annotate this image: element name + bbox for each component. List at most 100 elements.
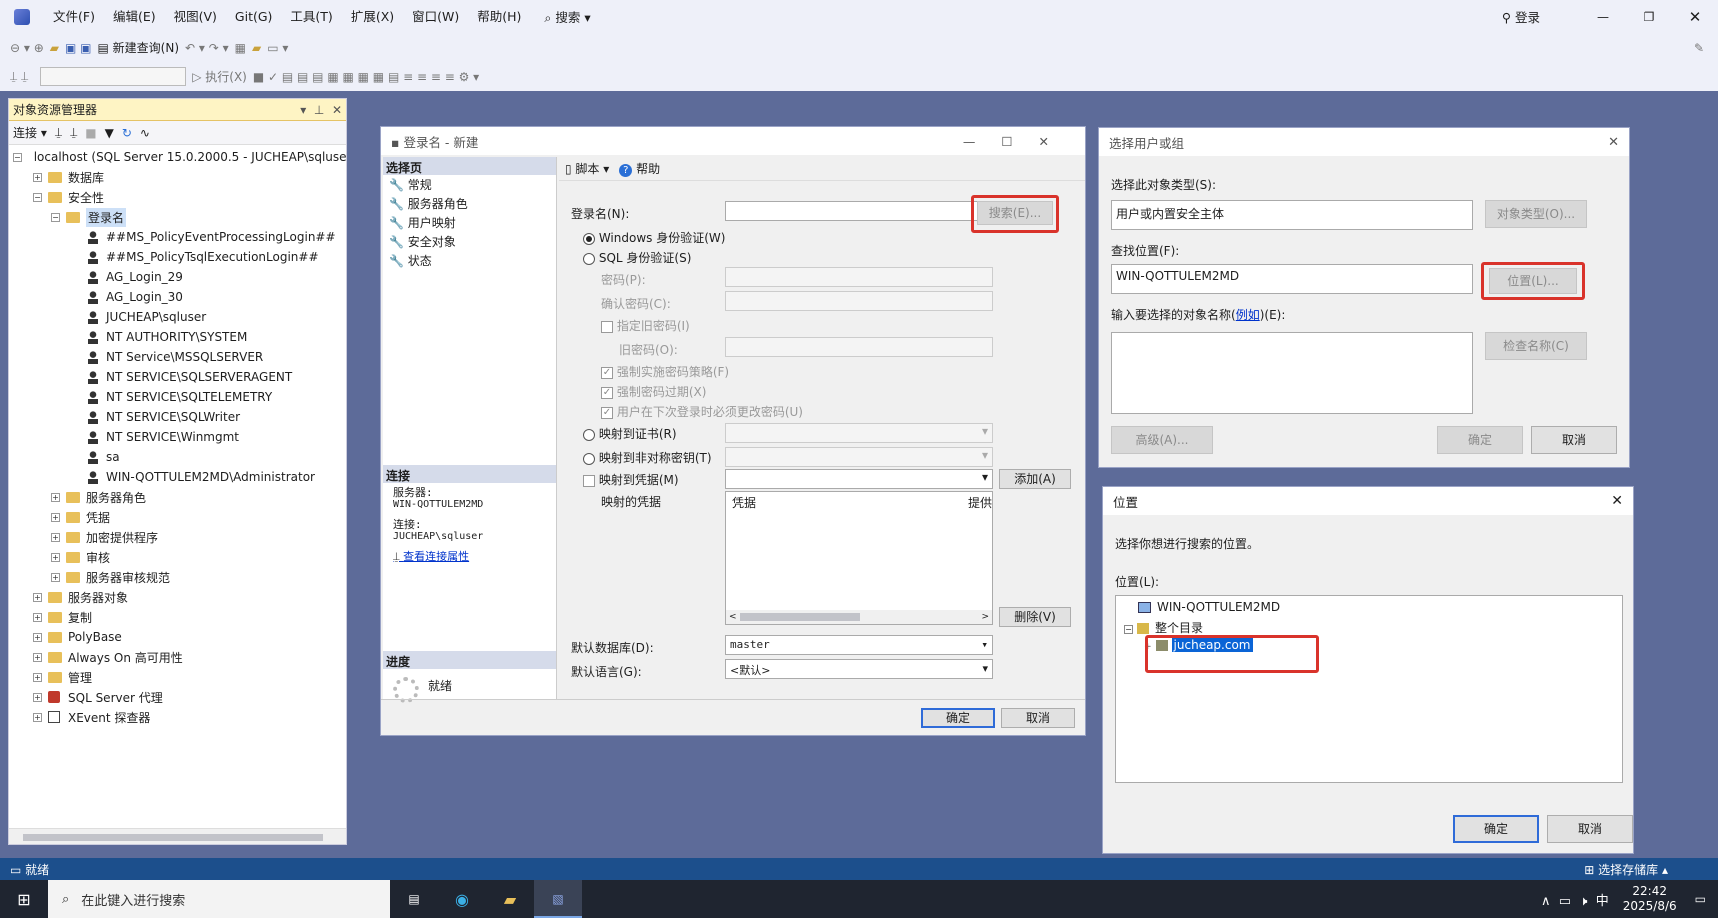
help-button[interactable]: ? 帮助 <box>619 160 660 177</box>
panel-controls[interactable]: ▾ ⊥ ✕ <box>300 103 342 117</box>
tree-node-computer[interactable]: WIN-QOTTULEM2MD <box>1138 600 1280 614</box>
file-explorer-icon[interactable]: ▰ <box>486 890 534 909</box>
login-item[interactable]: AG_Login_30 <box>9 287 346 307</box>
select-cancel-button[interactable]: 取消 <box>1531 426 1617 454</box>
edge-icon[interactable]: ◉ <box>438 890 486 909</box>
login-button[interactable]: ⚲ 登录 <box>1502 7 1540 26</box>
tree-node-replication[interactable]: + 复制 <box>9 607 346 627</box>
close-icon[interactable]: ✕ <box>1608 135 1619 150</box>
login-item[interactable]: JUCHEAP\sqluser <box>9 307 346 327</box>
notification-icon[interactable]: ▭ <box>1695 892 1706 906</box>
default-language-select[interactable]: <默认> ▾ <box>725 659 993 679</box>
menu-git[interactable]: Git(G) <box>226 0 282 33</box>
save-icon[interactable]: ▣ ▣ <box>65 41 92 55</box>
ssms-taskbar-icon[interactable]: ▧ <box>534 880 582 918</box>
map-credential-checkbox[interactable]: 映射到凭据(M) <box>583 471 679 488</box>
cancel-button[interactable]: 取消 <box>1001 708 1075 728</box>
asym-key-select[interactable]: ▾ <box>725 447 993 467</box>
connect-icon[interactable]: ⍊ <box>55 125 62 140</box>
registered-servers-icon[interactable]: ▰ <box>252 41 261 55</box>
windows-start-icon[interactable]: ⊞ <box>0 890 48 909</box>
map-asym-key-radio[interactable]: 映射到非对称密钥(T) <box>583 449 712 466</box>
connect-icon[interactable]: ⍊ ⍊ <box>10 69 28 84</box>
new-query-button[interactable]: ▤ 新建查询(N) <box>98 39 180 56</box>
login-item[interactable]: NT SERVICE\SQLSERVERAGENT <box>9 367 346 387</box>
stop-icon[interactable]: ■ <box>85 126 96 140</box>
sql-auth-radio[interactable]: SQL 身份验证(S) <box>583 249 691 266</box>
mapped-credentials-table[interactable]: 凭据 提供 < > <box>725 491 993 625</box>
view-connection-properties-link[interactable]: ⍊ 查看连接属性 <box>393 551 483 563</box>
select-repository-button[interactable]: ⊞ 选择存储库 ▴ <box>1584 861 1668 878</box>
enforce-policy-checkbox[interactable]: ✓ 强制实施密码策略(F) <box>601 363 729 380</box>
login-name-input[interactable] <box>725 201 995 221</box>
tree-node-logins[interactable]: − 登录名 <box>9 207 346 227</box>
page-server-roles[interactable]: 🔧 服务器角色 <box>383 194 556 213</box>
certificate-select[interactable]: ▾ <box>725 423 993 443</box>
menu-file[interactable]: 文件(F) <box>44 0 104 33</box>
task-view-icon[interactable]: ▤ <box>390 892 438 906</box>
tree-node-crypto-providers[interactable]: + 加密提供程序 <box>9 527 346 547</box>
examples-link[interactable]: 例如 <box>1236 308 1260 322</box>
check-names-button[interactable]: 检查名称(C) <box>1485 332 1587 360</box>
login-item[interactable]: NT SERVICE\SQLWriter <box>9 407 346 427</box>
menu-window[interactable]: 窗口(W) <box>403 0 468 33</box>
login-item[interactable]: NT SERVICE\SQLTELEMETRY <box>9 387 346 407</box>
activity-icon[interactable]: ▦ <box>235 41 246 55</box>
menu-view[interactable]: 视图(V) <box>165 0 226 33</box>
menu-tools[interactable]: 工具(T) <box>281 0 341 33</box>
search-button[interactable]: 搜索(E)... <box>977 201 1053 225</box>
add-credential-button[interactable]: 添加(A) <box>999 469 1071 489</box>
old-password-input[interactable] <box>725 337 993 357</box>
ok-button[interactable]: 确定 <box>921 708 995 728</box>
login-item[interactable]: NT SERVICE\Winmgmt <box>9 427 346 447</box>
minimize-button[interactable]: — <box>1580 10 1626 24</box>
disconnect-icon[interactable]: ⍊ <box>70 125 77 140</box>
tree-node-server[interactable]: − localhost (SQL Server 15.0.2000.5 - JUC… <box>9 147 347 167</box>
page-status[interactable]: 🔧 状态 <box>383 251 556 270</box>
default-database-select[interactable]: master ▾ <box>725 635 993 655</box>
menu-help[interactable]: 帮助(H) <box>468 0 530 33</box>
login-item[interactable]: ##MS_PolicyTsqlExecutionLogin## <box>9 247 346 267</box>
undo-icon[interactable]: ↶ ▾ ↷ ▾ <box>185 41 229 55</box>
page-securables[interactable]: 🔧 安全对象 <box>383 232 556 251</box>
close-icon[interactable]: ✕ <box>1611 493 1623 509</box>
tree-node-credentials[interactable]: + 凭据 <box>9 507 346 527</box>
object-types-button[interactable]: 对象类型(O)... <box>1485 200 1587 228</box>
map-certificate-radio[interactable]: 映射到证书(R) <box>583 425 677 442</box>
credential-select[interactable]: ▾ <box>725 469 993 489</box>
back-icon[interactable]: ⊖ ▾ ⊕ <box>10 41 44 55</box>
tree-node-entire-directory[interactable]: − 整个目录 <box>1124 619 1203 636</box>
execute-button[interactable]: ▷ 执行(X) <box>192 68 247 85</box>
tree-node-server-roles[interactable]: + 服务器角色 <box>9 487 346 507</box>
login-item[interactable]: WIN-QOTTULEM2MD\Administrator <box>9 467 346 487</box>
search-menu[interactable]: ⌕ 搜索 ▾ <box>544 7 590 26</box>
location-button[interactable]: 位置(L)... <box>1489 268 1577 294</box>
login-item[interactable]: NT Service\MSSQLSERVER <box>9 347 346 367</box>
open-file-icon[interactable]: ▰ <box>50 41 59 55</box>
filter-icon[interactable]: ▼ <box>105 126 114 140</box>
login-item[interactable]: NT AUTHORITY\SYSTEM <box>9 327 346 347</box>
tree-node-management[interactable]: + 管理 <box>9 667 346 687</box>
location-tree[interactable]: WIN-QOTTULEM2MD − 整个目录 + jucheap.com <box>1115 595 1623 783</box>
feedback-icon[interactable]: ✎ <box>1694 41 1704 55</box>
restore-button[interactable]: ❐ <box>1626 10 1672 24</box>
enforce-expiration-checkbox[interactable]: ✓ 强制密码过期(X) <box>601 383 706 400</box>
script-button[interactable]: ▯ 脚本 ▾ <box>565 160 609 177</box>
tree-node-server-objects[interactable]: + 服务器对象 <box>9 587 346 607</box>
object-names-input[interactable] <box>1111 332 1473 414</box>
page-general[interactable]: 🔧 常规 <box>383 175 556 194</box>
login-item[interactable]: AG_Login_29 <box>9 267 346 287</box>
location-ok-button[interactable]: 确定 <box>1453 815 1539 843</box>
connect-dropdown[interactable]: 连接 ▾ <box>13 124 47 141</box>
database-select[interactable] <box>40 67 187 86</box>
menu-extensions[interactable]: 扩展(X) <box>342 0 403 33</box>
location-cancel-button[interactable]: 取消 <box>1547 815 1633 843</box>
confirm-password-input[interactable] <box>725 291 993 311</box>
taskbar-search[interactable]: ⌕ 在此键入进行搜索 <box>48 880 390 918</box>
tree-node-sql-agent[interactable]: + SQL Server 代理 <box>9 687 346 707</box>
must-change-checkbox[interactable]: ✓ 用户在下次登录时必须更改密码(U) <box>601 403 803 420</box>
specify-old-password-checkbox[interactable]: 指定旧密码(I) <box>601 317 690 334</box>
tree-node-audit-specs[interactable]: + 服务器审核规范 <box>9 567 346 587</box>
tree-node-audits[interactable]: + 审核 <box>9 547 346 567</box>
tree-node-xevent[interactable]: + XEvent 探查器 <box>9 707 346 727</box>
